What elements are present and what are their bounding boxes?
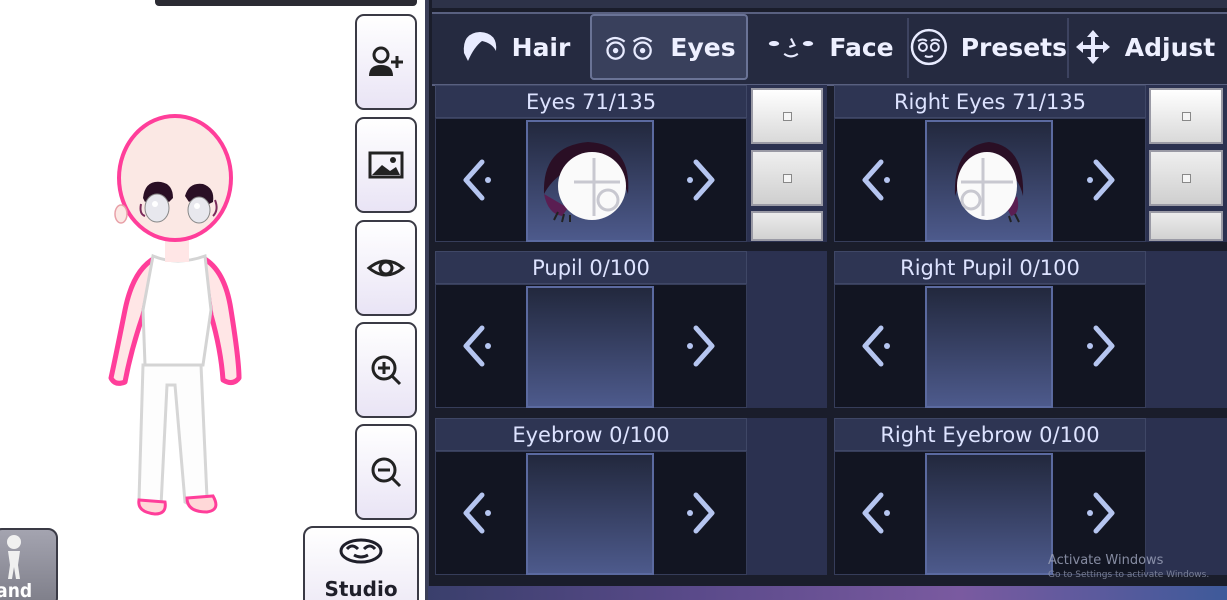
right-eyebrow-prev-button[interactable] bbox=[847, 483, 907, 543]
eyes-icon bbox=[606, 36, 653, 60]
zoom-in-button[interactable] bbox=[355, 322, 417, 418]
right-eyes-color-swatch[interactable] bbox=[1149, 211, 1223, 241]
tab-hair[interactable]: Hair bbox=[440, 14, 590, 80]
right-pupil-next-button[interactable] bbox=[1070, 316, 1130, 376]
right-pupil-prev-button[interactable] bbox=[847, 316, 907, 376]
face-icon bbox=[769, 38, 814, 58]
right-eyes-preview[interactable] bbox=[925, 120, 1053, 242]
pupil-color-column bbox=[747, 251, 827, 408]
tab-adjust[interactable]: Adjust bbox=[1069, 14, 1219, 80]
chevron-right-icon bbox=[687, 159, 715, 201]
person-pose-icon bbox=[7, 535, 21, 579]
right-eyes-color-swatch[interactable] bbox=[1149, 150, 1223, 206]
stand-label: tand bbox=[0, 580, 33, 600]
mask-icon bbox=[339, 538, 383, 564]
character-preview[interactable] bbox=[95, 110, 255, 520]
right-eyes-prev-button[interactable] bbox=[847, 150, 907, 210]
right-pupil-color-column bbox=[1146, 251, 1227, 408]
right-eyebrow-next-button[interactable] bbox=[1070, 483, 1130, 543]
pupil-prev-button[interactable] bbox=[448, 316, 508, 376]
eyes-color-swatch[interactable] bbox=[751, 211, 823, 241]
visibility-button[interactable] bbox=[355, 220, 417, 316]
right-pupil-preview[interactable] bbox=[925, 286, 1053, 408]
tab-adjust-label: Adjust bbox=[1124, 32, 1216, 62]
pupil-preview[interactable] bbox=[526, 286, 654, 408]
right-eyes-selector-title: Right Eyes 71/135 bbox=[834, 85, 1146, 118]
tab-face[interactable]: Face bbox=[752, 14, 907, 80]
tab-eyes[interactable]: Eyes bbox=[590, 14, 748, 80]
zoom-out-icon bbox=[371, 457, 402, 488]
chevron-left-icon bbox=[862, 159, 890, 201]
eyes-color-swatch[interactable] bbox=[751, 150, 823, 206]
windows-activation-watermark: Activate Windows bbox=[1048, 553, 1164, 568]
chevron-left-icon bbox=[463, 492, 491, 534]
studio-label: Studio bbox=[324, 577, 398, 600]
right-eyebrow-preview[interactable] bbox=[925, 453, 1053, 575]
zoom-out-button[interactable] bbox=[355, 424, 417, 520]
chevron-left-icon bbox=[463, 325, 491, 367]
tab-eyes-label: Eyes bbox=[670, 32, 736, 62]
pupil-selector-title: Pupil 0/100 bbox=[435, 251, 747, 284]
eyes-next-button[interactable] bbox=[670, 150, 730, 210]
eyebrow-preview[interactable] bbox=[526, 453, 654, 575]
add-person-icon bbox=[369, 46, 403, 76]
chevron-left-icon bbox=[862, 325, 890, 367]
top-bar bbox=[155, 0, 417, 6]
eyes-preview[interactable] bbox=[526, 120, 654, 242]
eyebrow-selector-title: Eyebrow 0/100 bbox=[435, 418, 747, 451]
swatch-dot bbox=[782, 173, 792, 183]
zoom-in-icon bbox=[371, 355, 402, 386]
add-character-button[interactable] bbox=[355, 14, 417, 110]
move-arrows-icon bbox=[1075, 30, 1110, 64]
presets-icon bbox=[910, 28, 947, 66]
eye-style-preview bbox=[954, 142, 1024, 223]
right-eyebrow-selector-title: Right Eyebrow 0/100 bbox=[834, 418, 1146, 451]
eyes-selector-title: Eyes 71/135 bbox=[435, 85, 747, 118]
right-eyes-color-swatch[interactable] bbox=[1149, 88, 1223, 144]
chevron-right-icon bbox=[1087, 159, 1115, 201]
tab-presets[interactable]: Presets bbox=[909, 14, 1067, 80]
eye-style-preview bbox=[543, 142, 629, 223]
background-button[interactable] bbox=[355, 117, 417, 213]
swatch-dot bbox=[1181, 111, 1191, 121]
tab-hair-label: Hair bbox=[511, 32, 571, 62]
chevron-left-icon bbox=[463, 159, 491, 201]
panel-top-strip bbox=[432, 0, 1227, 8]
right-eyebrow-color-column bbox=[1146, 418, 1227, 575]
eyebrow-next-button[interactable] bbox=[670, 483, 730, 543]
eyebrow-color-column bbox=[747, 418, 827, 575]
bottom-bar bbox=[428, 586, 1227, 600]
chevron-left-icon bbox=[862, 492, 890, 534]
eye-icon bbox=[366, 259, 406, 277]
right-eyes-next-button[interactable] bbox=[1070, 150, 1130, 210]
right-pupil-selector-title: Right Pupil 0/100 bbox=[834, 251, 1146, 284]
swatch-dot bbox=[1181, 173, 1191, 183]
eyes-color-swatch[interactable] bbox=[751, 88, 823, 144]
swatch-dot bbox=[782, 111, 792, 121]
panel-edge bbox=[425, 0, 429, 600]
eyes-prev-button[interactable] bbox=[448, 150, 508, 210]
chevron-right-icon bbox=[687, 492, 715, 534]
chevron-right-icon bbox=[1087, 325, 1115, 367]
eyebrow-prev-button[interactable] bbox=[448, 483, 508, 543]
tab-face-label: Face bbox=[829, 32, 894, 62]
image-icon bbox=[368, 151, 404, 179]
tab-presets-label: Presets bbox=[960, 32, 1067, 62]
character-stage: tand Studio bbox=[0, 0, 425, 600]
chevron-right-icon bbox=[1087, 492, 1115, 534]
hair-icon bbox=[463, 32, 496, 61]
windows-activation-hint: Go to Settings to activate Windows. bbox=[1048, 570, 1210, 580]
pupil-next-button[interactable] bbox=[670, 316, 730, 376]
chevron-right-icon bbox=[687, 325, 715, 367]
